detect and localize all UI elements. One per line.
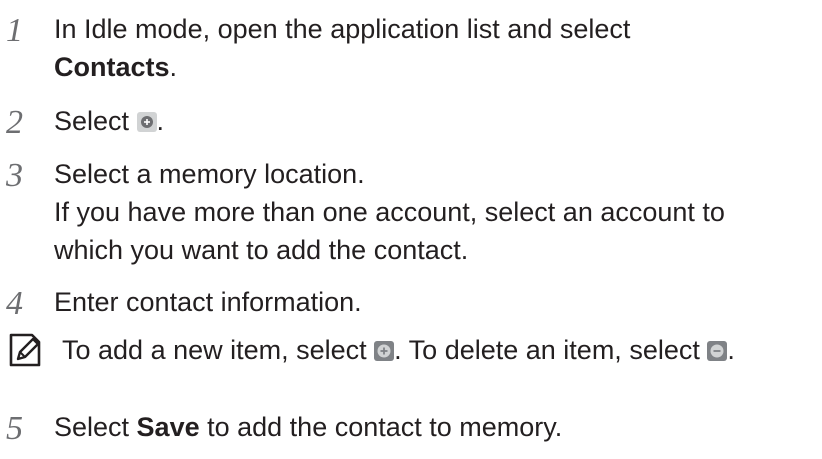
step-line: which you want to add the contact. <box>54 235 469 265</box>
note-part: . To delete an item, select <box>394 335 708 365</box>
step-text: Select . <box>54 102 164 140</box>
step-text: In Idle mode, open the application list … <box>54 10 630 86</box>
step-punctuation: . <box>169 52 178 82</box>
step-line: Contacts. <box>54 48 630 86</box>
step-number: 5 <box>6 410 23 447</box>
step-line: to add the contact to memory. <box>199 412 563 442</box>
step-number: 4 <box>6 285 23 322</box>
delete-item-icon <box>707 341 728 361</box>
note-part: . <box>727 335 735 365</box>
step-number: 2 <box>6 104 23 141</box>
step-text: Select a memory location. If you have mo… <box>54 155 725 269</box>
add-icon <box>136 112 157 132</box>
step-line: Select <box>54 106 137 136</box>
step-line: If you have more than one account, selec… <box>54 197 725 227</box>
note-text: To add a new item, select . To delete an… <box>62 331 735 369</box>
add-item-icon <box>374 341 395 361</box>
note-pencil-icon <box>8 332 42 368</box>
step-number: 1 <box>6 12 23 49</box>
step-number: 3 <box>6 157 23 194</box>
note-part: To add a new item, select <box>62 335 375 365</box>
save-label: Save <box>136 412 200 442</box>
step-line: Enter contact information. <box>54 287 362 317</box>
step-text: Select Save to add the contact to memory… <box>54 408 562 446</box>
step-line: In Idle mode, open the application list … <box>54 14 631 44</box>
step-line: Select a memory location. <box>54 159 365 189</box>
contacts-label: Contacts <box>54 52 170 82</box>
step-line: Select <box>54 412 137 442</box>
step-punctuation: . <box>156 106 165 136</box>
step-text: Enter contact information. <box>54 283 362 321</box>
